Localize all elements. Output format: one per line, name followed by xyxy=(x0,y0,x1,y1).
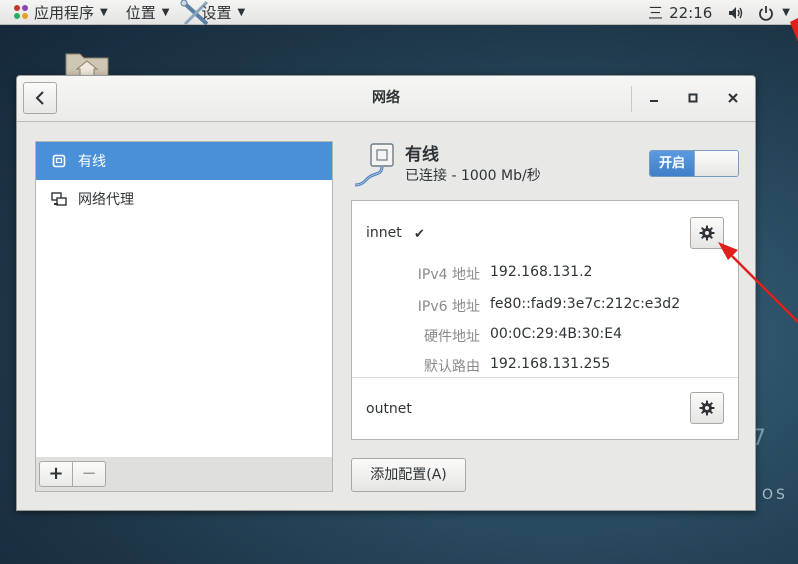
titlebar-separator xyxy=(631,86,632,112)
proxy-icon xyxy=(50,190,68,208)
close-icon xyxy=(728,93,738,103)
sidebar-item-label: 有线 xyxy=(78,154,106,170)
status-area: 三 22:16 ▼ xyxy=(648,0,798,25)
desktop-watermark-os: OS xyxy=(762,487,788,503)
applications-menu[interactable]: 应用程序 ▼ xyxy=(0,0,114,25)
settings-label: 设置 xyxy=(201,3,232,22)
device-list: 有线 网络代理 xyxy=(35,141,333,458)
minimize-icon xyxy=(650,100,658,102)
remove-device-button[interactable]: − xyxy=(72,461,106,487)
sidebar-item-label: 网络代理 xyxy=(78,192,134,208)
applications-icon xyxy=(14,5,28,19)
wired-toggle-switch[interactable]: 开启 xyxy=(649,150,739,177)
wired-connection-icon xyxy=(354,143,394,187)
profile-name-outnet: outnet xyxy=(366,401,412,417)
title-bar[interactable]: 网络 xyxy=(17,76,755,122)
wired-status: 已连接 - 1000 Mb/秒 xyxy=(405,168,541,184)
maximize-button[interactable] xyxy=(681,86,705,110)
gear-icon xyxy=(699,225,715,241)
power-icon[interactable] xyxy=(758,5,774,21)
default-route-value: 192.168.131.255 xyxy=(490,356,611,372)
gear-icon xyxy=(699,400,715,416)
ipv6-label: IPv6 地址 xyxy=(417,299,480,315)
hardware-address-value: 00:0C:29:4B:30:E4 xyxy=(490,326,622,342)
connection-profiles: innet ✔ IPv4 地址 192.168.131.2 IPv6 地址 fe… xyxy=(351,200,739,440)
top-bar: 应用程序 ▼ 位置 ▼ 设置 ▼ 三 22:16 ▼ xyxy=(0,0,798,25)
volume-icon[interactable] xyxy=(728,6,744,20)
close-button[interactable] xyxy=(721,86,745,110)
ipv6-value: fe80::fad9:3e7c:212c:e3d2 xyxy=(490,296,681,312)
input-method-indicator[interactable]: 三 xyxy=(648,2,663,23)
wired-network-icon xyxy=(50,152,68,170)
chevron-down-icon: ▼ xyxy=(237,6,246,18)
add-device-button[interactable]: + xyxy=(39,461,73,487)
innet-settings-button[interactable] xyxy=(690,217,724,249)
ipv4-label: IPv4 地址 xyxy=(417,267,480,283)
outnet-settings-button[interactable] xyxy=(690,392,724,424)
active-check-icon: ✔ xyxy=(414,227,425,242)
chevron-down-icon: ▼ xyxy=(100,6,108,18)
minimize-button[interactable] xyxy=(642,86,666,110)
switch-on-label: 开启 xyxy=(650,151,694,176)
wired-title: 有线 xyxy=(405,145,439,165)
profile-name-innet: innet xyxy=(366,225,402,241)
sidebar-item-proxy[interactable]: 网络代理 xyxy=(36,180,332,218)
settings-menu[interactable]: 设置 ▼ xyxy=(177,0,251,25)
applications-label: 应用程序 xyxy=(34,3,95,22)
maximize-icon xyxy=(688,93,698,103)
switch-knob[interactable] xyxy=(694,151,738,176)
network-settings-window: 网络 有线 网络代理 + − 有线 已连接 - 1000 Mb/秒 开启 inn… xyxy=(16,75,756,511)
back-button[interactable] xyxy=(23,82,57,114)
profile-separator xyxy=(352,377,738,378)
default-route-label: 默认路由 xyxy=(424,359,480,375)
hardware-address-label: 硬件地址 xyxy=(424,329,480,345)
places-menu[interactable]: 位置 ▼ xyxy=(120,0,176,25)
chevron-down-icon[interactable]: ▼ xyxy=(782,7,790,18)
chevron-down-icon: ▼ xyxy=(161,6,170,18)
clock[interactable]: 22:16 xyxy=(669,4,712,22)
add-profile-button[interactable]: 添加配置(A) xyxy=(351,458,466,492)
places-label: 位置 xyxy=(125,3,156,22)
sidebar-item-wired[interactable]: 有线 xyxy=(36,142,332,180)
ipv4-value: 192.168.131.2 xyxy=(490,264,593,280)
chevron-left-icon xyxy=(35,91,44,105)
device-list-toolbar: + − xyxy=(35,457,333,492)
